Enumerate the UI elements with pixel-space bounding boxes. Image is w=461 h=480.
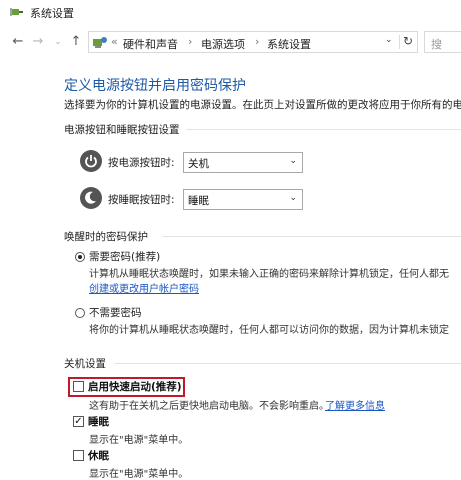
section-header-shutdown: 关机设置: [64, 358, 106, 370]
power-button-action-select[interactable]: 关机 ⌄: [183, 152, 303, 173]
control-panel-icon: [93, 37, 107, 48]
sleep-button-icon: [80, 187, 102, 209]
chevron-down-icon: ⌄: [289, 193, 297, 203]
address-dropdown-button[interactable]: ⌄: [385, 35, 393, 45]
hibernate-label[interactable]: 休眠: [88, 448, 109, 463]
forward-button[interactable]: →: [30, 34, 46, 49]
fast-startup-label[interactable]: 启用快速启动(推荐): [88, 379, 182, 394]
create-password-link[interactable]: 创建或更改用户帐户密码: [89, 280, 199, 295]
radio-selected-dot: [78, 255, 82, 259]
hibernate-description: 显示在"电源"菜单中。: [89, 469, 189, 480]
breadcrumb-system-settings[interactable]: 系统设置: [267, 36, 311, 52]
section-divider: [186, 129, 461, 130]
learn-more-link[interactable]: 了解更多信息: [325, 397, 385, 412]
no-password-description: 将你的计算机从睡眠状态唤醒时，任何人都可以访问你的数据，因为计算机未锁定: [89, 325, 449, 336]
address-bar[interactable]: « 硬件和声音 › 电源选项 › 系统设置 ⌄ ↻: [88, 31, 418, 53]
sleep-button-action-select[interactable]: 睡眠 ⌄: [183, 189, 303, 210]
sleep-button-action-value: 睡眠: [188, 195, 209, 207]
chevron-down-icon: ⌄: [289, 156, 297, 166]
search-box[interactable]: 搜: [424, 31, 461, 53]
sleep-description: 显示在"电源"菜单中。: [89, 435, 189, 446]
breadcrumb-power-options[interactable]: 电源选项: [201, 36, 245, 52]
back-button[interactable]: ←: [10, 34, 26, 49]
sleep-label[interactable]: 睡眠: [88, 414, 109, 429]
no-password-label[interactable]: 不需要密码: [89, 305, 142, 320]
address-divider: [399, 35, 400, 49]
fast-startup-checkbox[interactable]: [73, 381, 84, 392]
require-password-description: 计算机从睡眠状态唤醒时，如果未输入正确的密码来解除计算机锁定，任何人都无: [89, 269, 449, 280]
power-button-label: 按电源按钮时:: [108, 157, 175, 169]
hibernate-checkbox[interactable]: [73, 450, 84, 461]
power-button-action-value: 关机: [188, 158, 209, 170]
window-title: 系统设置: [30, 7, 74, 20]
breadcrumb-separator[interactable]: ›: [188, 35, 192, 48]
breadcrumb-hardware-sound[interactable]: 硬件和声音: [123, 36, 178, 52]
page-description: 选择要为你的计算机设置的电源设置。在此页上对设置所做的更改将应用于你所有的电: [64, 99, 461, 111]
section-header-wake: 唤醒时的密码保护: [64, 231, 148, 243]
section-divider: [114, 363, 461, 364]
sleep-checkbox[interactable]: ✓: [73, 416, 84, 427]
up-button[interactable]: ↑: [68, 34, 84, 49]
fast-startup-description: 这有助于在关机之后更快地启动电脑。不会影响重启。: [89, 401, 329, 412]
sleep-button-label: 按睡眠按钮时:: [108, 194, 175, 206]
power-options-icon: [10, 8, 23, 16]
power-button-icon: [80, 150, 102, 172]
breadcrumb-overflow[interactable]: «: [111, 35, 118, 48]
require-password-radio[interactable]: [75, 252, 85, 262]
search-placeholder: 搜: [431, 38, 442, 51]
section-header-buttons: 电源按钮和睡眠按钮设置: [64, 124, 180, 136]
page-title: 定义电源按钮并启用密码保护: [64, 78, 246, 94]
recent-locations-button[interactable]: ⌄: [50, 37, 66, 47]
require-password-label[interactable]: 需要密码(推荐): [89, 249, 160, 264]
refresh-button[interactable]: ↻: [403, 34, 413, 48]
section-divider: [162, 236, 461, 237]
title-bar: 系统设置: [0, 0, 461, 24]
breadcrumb-separator[interactable]: ›: [255, 35, 259, 48]
no-password-radio[interactable]: [75, 308, 85, 318]
